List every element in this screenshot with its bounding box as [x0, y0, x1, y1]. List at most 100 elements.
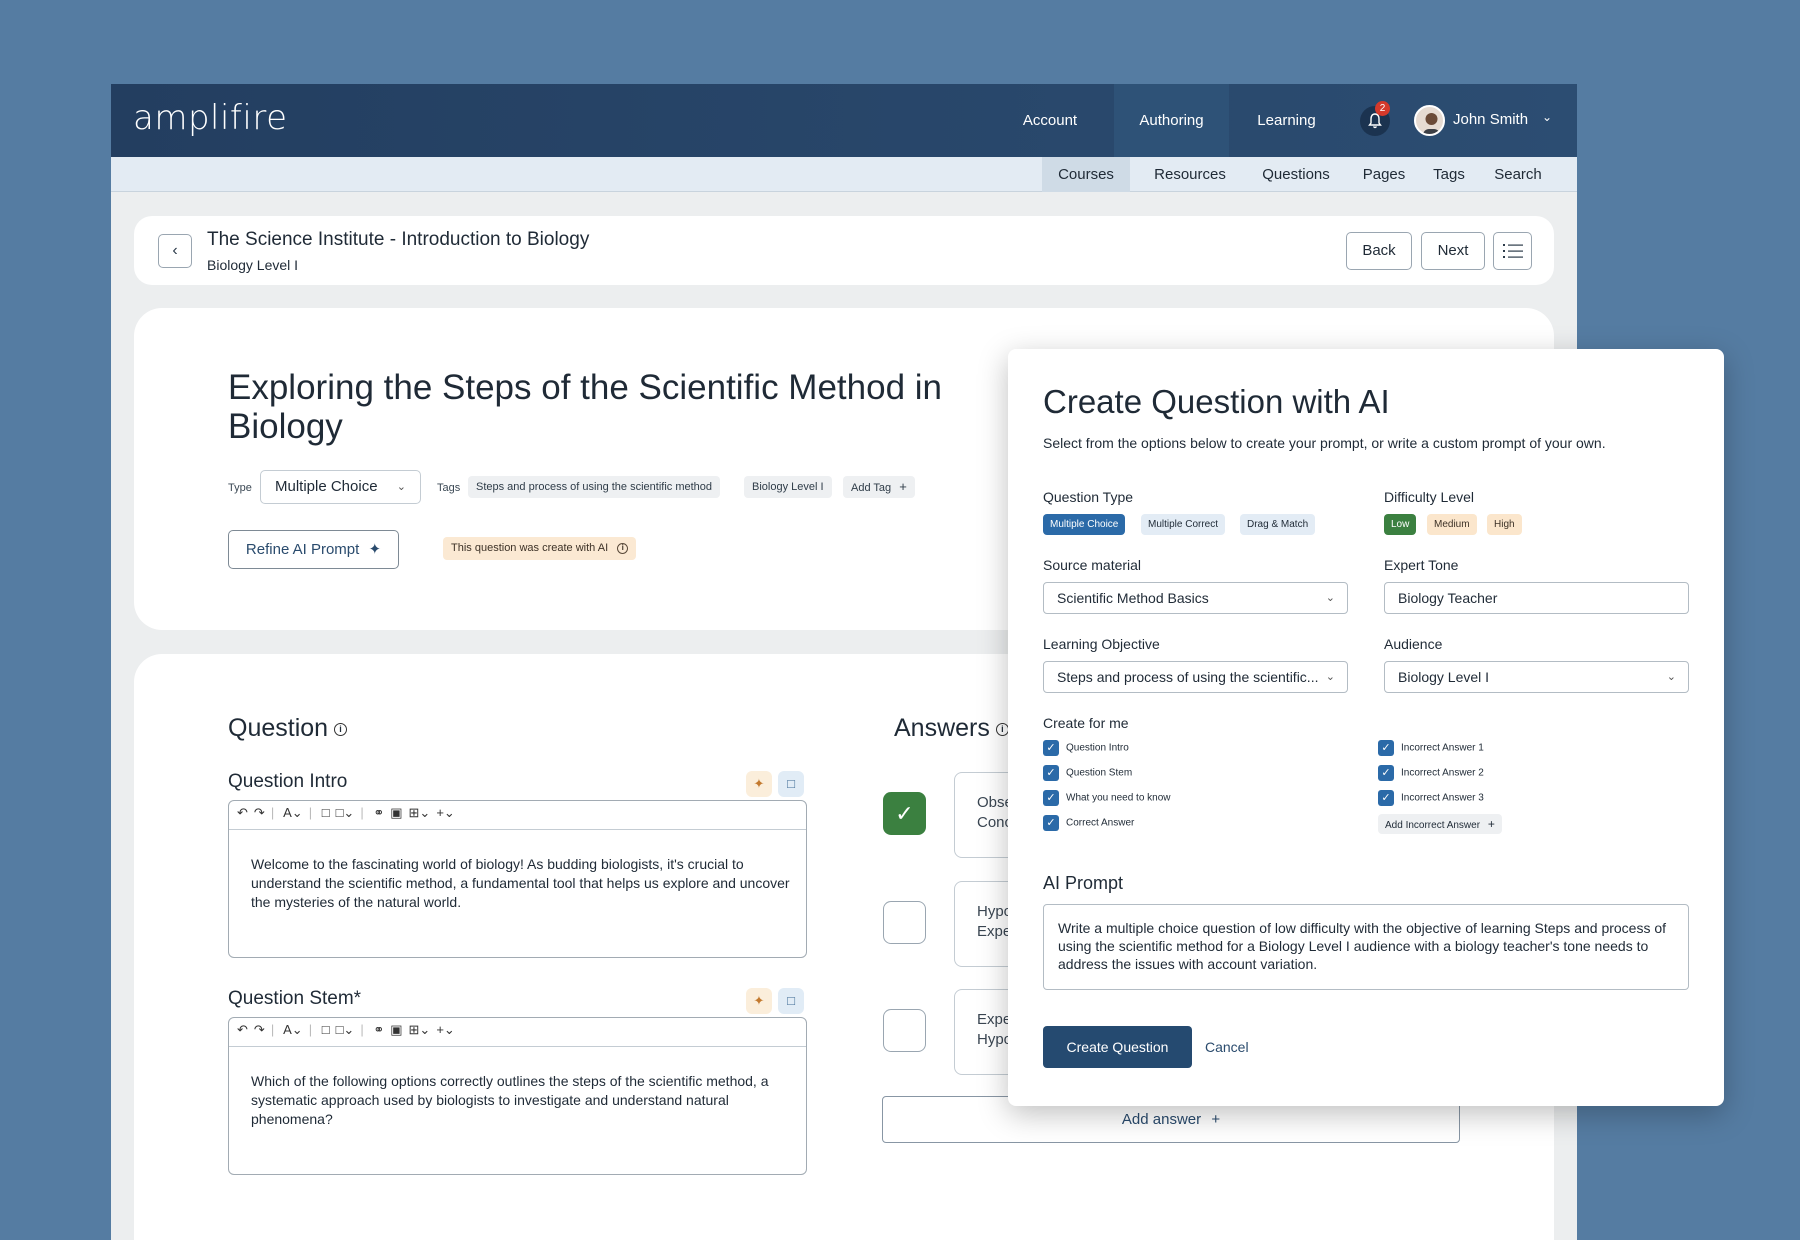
- chevron-down-icon: ⌄: [1666, 671, 1676, 683]
- question-type-multiple-choice[interactable]: Multiple Choice: [1043, 514, 1126, 535]
- user-avatar[interactable]: [1414, 105, 1445, 136]
- question-type-label: Question Type: [1043, 489, 1134, 505]
- next-button[interactable]: Next: [1421, 232, 1485, 270]
- audience-select[interactable]: Biology Level I ⌄: [1384, 661, 1689, 693]
- difficulty-medium[interactable]: Medium: [1427, 514, 1477, 535]
- insert-note-icon[interactable]: □⌄: [336, 1022, 355, 1037]
- checkbox-checked-icon[interactable]: ✓: [1043, 740, 1059, 756]
- create-incorrect-answer-3-checkbox[interactable]: ✓ Incorrect Answer 3: [1378, 790, 1484, 806]
- tag-chip[interactable]: Steps and process of using the scientifi…: [468, 476, 721, 498]
- type-select[interactable]: Multiple Choice ⌄: [260, 470, 421, 504]
- link-icon[interactable]: ⚭: [373, 805, 384, 820]
- source-material-select[interactable]: Scientific Method Basics ⌄: [1043, 582, 1348, 614]
- plus-icon: +: [899, 479, 907, 494]
- create-question-button[interactable]: Create Question: [1043, 1026, 1192, 1068]
- question-type-drag-match[interactable]: Drag & Match: [1240, 514, 1316, 535]
- question-stem-text[interactable]: Which of the following options correctly…: [251, 1072, 791, 1129]
- type-select-value: Multiple Choice: [275, 478, 378, 495]
- table-icon[interactable]: ⊞⌄: [409, 805, 431, 820]
- source-material-value: Scientific Method Basics: [1057, 590, 1209, 606]
- subnav-questions[interactable]: Questions: [1246, 157, 1346, 192]
- info-icon[interactable]: i: [617, 542, 629, 554]
- insert-comment-icon[interactable]: □: [322, 805, 330, 820]
- question-stem-editor[interactable]: ↶ ↷ | A⌄ | □ □⌄ | ⚭ ▣ ⊞⌄ +⌄ Which of the followi…: [228, 1017, 807, 1175]
- create-question-stem-checkbox[interactable]: ✓ Question Stem: [1043, 765, 1132, 781]
- course-subtitle: Biology Level I: [207, 257, 299, 273]
- topnav-learning[interactable]: Learning: [1229, 84, 1344, 157]
- insert-comment-icon[interactable]: □: [322, 1022, 330, 1037]
- checkbox-checked-icon[interactable]: ✓: [1378, 740, 1394, 756]
- checkbox-checked-icon[interactable]: ✓: [1043, 790, 1059, 806]
- link-icon[interactable]: ⚭: [373, 1022, 384, 1037]
- difficulty-label: Difficulty Level: [1384, 489, 1475, 505]
- image-icon[interactable]: ▣: [390, 805, 402, 820]
- answer-correct-checkbox[interactable]: [883, 1009, 926, 1052]
- magic-wand-icon[interactable]: ✦: [746, 988, 772, 1014]
- checkbox-label: Incorrect Answer 1: [1401, 742, 1484, 754]
- ai-created-badge: This question was create with AI i: [443, 537, 637, 560]
- topnav-authoring[interactable]: Authoring: [1114, 84, 1229, 157]
- create-incorrect-answer-1-checkbox[interactable]: ✓ Incorrect Answer 1: [1378, 740, 1484, 756]
- image-icon[interactable]: ▣: [390, 1022, 402, 1037]
- list-icon[interactable]: [1493, 232, 1532, 270]
- chevron-down-icon: ⌄: [396, 481, 406, 493]
- cancel-button[interactable]: Cancel: [1205, 1026, 1249, 1068]
- comment-icon[interactable]: □: [778, 988, 804, 1014]
- add-tag-button[interactable]: Add Tag +: [843, 476, 915, 498]
- text-format-icon[interactable]: A⌄: [283, 805, 303, 820]
- create-question-intro-checkbox[interactable]: ✓ Question Intro: [1043, 740, 1129, 756]
- subnav-courses[interactable]: Courses: [1042, 157, 1130, 192]
- comment-icon[interactable]: □: [778, 771, 804, 797]
- question-intro-text[interactable]: Welcome to the fascinating world of biol…: [251, 855, 791, 912]
- plus-icon[interactable]: +⌄: [436, 805, 454, 820]
- answers-heading: Answers i: [894, 714, 1009, 743]
- create-need-to-know-checkbox[interactable]: ✓ What you need to know: [1043, 790, 1171, 806]
- checkbox-checked-icon[interactable]: ✓: [1043, 815, 1059, 831]
- difficulty-low[interactable]: Low: [1384, 514, 1417, 535]
- answer-correct-checkbox[interactable]: ✓: [883, 792, 926, 835]
- undo-icon[interactable]: ↶: [237, 805, 248, 820]
- audience-value: Biology Level I: [1398, 669, 1490, 685]
- topnav-account[interactable]: Account: [1000, 84, 1100, 157]
- checkbox-checked-icon[interactable]: ✓: [1043, 765, 1059, 781]
- type-label: Type: [228, 482, 252, 494]
- question-type-multiple-correct[interactable]: Multiple Correct: [1141, 514, 1226, 535]
- info-icon[interactable]: i: [334, 722, 348, 736]
- question-intro-editor[interactable]: ↶ ↷ | A⌄ | □ □⌄ | ⚭ ▣ ⊞⌄ +⌄ Welcome to the fasci…: [228, 800, 807, 958]
- checkbox-checked-icon[interactable]: ✓: [1378, 765, 1394, 781]
- undo-icon[interactable]: ↶: [237, 1022, 248, 1037]
- back-button[interactable]: Back: [1346, 232, 1412, 270]
- question-heading: Question i: [228, 714, 348, 743]
- table-icon[interactable]: ⊞⌄: [409, 1022, 431, 1037]
- learning-objective-select[interactable]: Steps and process of using the scientifi…: [1043, 661, 1348, 693]
- question-heading-text: Question: [228, 714, 329, 742]
- answer-correct-checkbox[interactable]: [883, 901, 926, 944]
- create-correct-answer-checkbox[interactable]: ✓ Correct Answer: [1043, 815, 1134, 831]
- create-incorrect-answer-2-checkbox[interactable]: ✓ Incorrect Answer 2: [1378, 765, 1484, 781]
- insert-note-icon[interactable]: □⌄: [336, 805, 355, 820]
- subnav-tags[interactable]: Tags: [1421, 157, 1477, 192]
- expert-tone-input[interactable]: Biology Teacher: [1384, 582, 1689, 614]
- refine-ai-prompt-button[interactable]: Refine AI Prompt ✦: [228, 530, 399, 569]
- amplifire-logo[interactable]: amplifire: [133, 98, 288, 138]
- tag-chip[interactable]: Biology Level I: [744, 476, 832, 498]
- info-icon[interactable]: i: [995, 722, 1009, 736]
- redo-icon[interactable]: ↷: [254, 1022, 265, 1037]
- chevron-down-icon: ⌄: [1325, 671, 1335, 683]
- subnav-search[interactable]: Search: [1482, 157, 1554, 192]
- plus-icon[interactable]: +⌄: [436, 1022, 454, 1037]
- text-format-icon[interactable]: A⌄: [283, 1022, 303, 1037]
- ai-prompt-textarea[interactable]: Write a multiple choice question of low …: [1043, 904, 1689, 990]
- redo-icon[interactable]: ↷: [254, 805, 265, 820]
- checkbox-checked-icon[interactable]: ✓: [1378, 790, 1394, 806]
- chevron-down-icon[interactable]: ⌄: [1542, 110, 1552, 124]
- difficulty-high[interactable]: High: [1487, 514, 1522, 535]
- expert-tone-label: Expert Tone: [1384, 557, 1459, 573]
- chevron-left-icon[interactable]: ‹: [158, 234, 192, 268]
- subnav-pages[interactable]: Pages: [1351, 157, 1417, 192]
- add-incorrect-answer-button[interactable]: Add Incorrect Answer +: [1378, 814, 1502, 834]
- subnav-resources[interactable]: Resources: [1138, 157, 1242, 192]
- add-tag-label: Add Tag: [851, 482, 892, 494]
- magic-wand-icon[interactable]: ✦: [746, 771, 772, 797]
- user-name[interactable]: John Smith: [1453, 111, 1528, 128]
